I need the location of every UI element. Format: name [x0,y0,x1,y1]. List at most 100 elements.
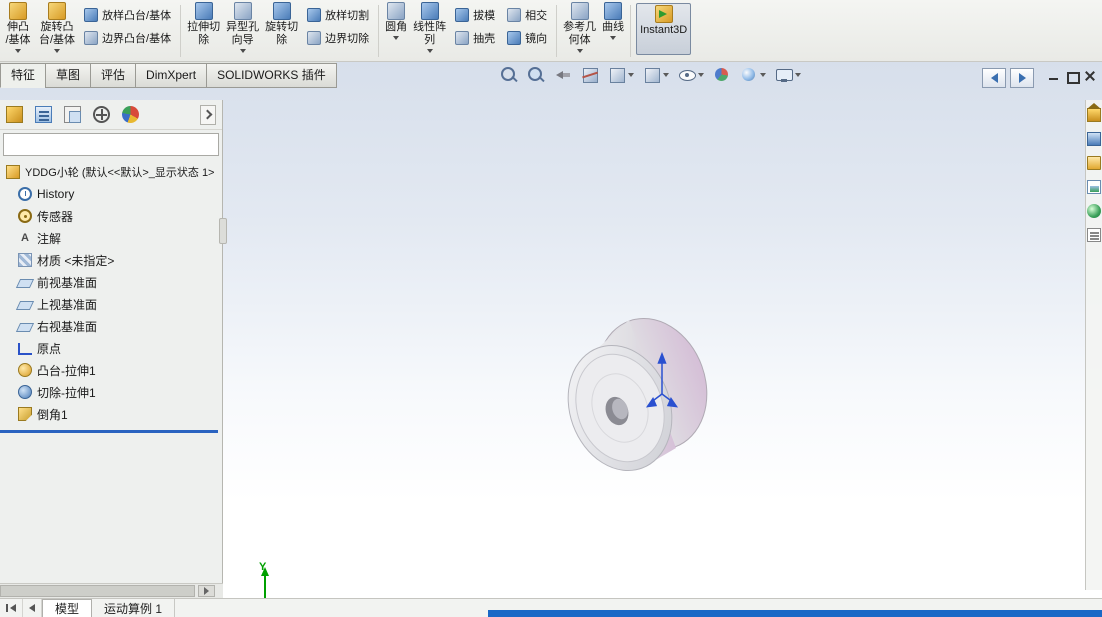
revolve-boss-icon [48,2,67,20]
tree-item-material[interactable]: 材质 <未指定> [0,249,222,271]
panel-splitter-grip[interactable] [219,218,227,244]
forward-button[interactable] [1010,68,1034,88]
hole-wizard-icon [233,2,252,20]
ribbon-button-revolve-boss[interactable]: 旋转凸 台/基体 [36,1,78,61]
design-library-icon[interactable] [1087,132,1101,146]
scrollbar-right-arrow-icon[interactable] [198,585,215,597]
tree-item-history[interactable]: History [0,183,222,205]
left-triangle-icon [10,604,16,612]
restore-button[interactable] [1064,68,1080,84]
tab-model[interactable]: 模型 [42,599,93,617]
display-style-button[interactable] [643,66,669,84]
tree-item-origin[interactable]: 原点 [0,337,222,359]
wheel-body[interactable] [551,303,725,485]
edit-appearance-button[interactable] [713,66,731,84]
ribbon-stack-intersect-mirror: 相交 镜向 [501,1,553,61]
ribbon-button-curves[interactable]: 曲线 [599,1,627,61]
tree-item-front-plane[interactable]: 前视基准面 [0,271,222,293]
ribbon-button-label: 拉伸切 除 [187,21,221,46]
previous-view-button[interactable] [554,66,572,84]
ribbon-separator [180,5,182,57]
command-manager-ribbon: 伸凸 /基体 旋转凸 台/基体 放样凸台/基体 边界凸台/基体 拉伸切 除 异型… [0,0,1102,62]
rollback-bar[interactable] [0,430,218,433]
dropdown-arrow-icon [610,36,617,40]
ribbon-button-loft-boss[interactable]: 放样凸台/基体 [80,5,175,25]
ribbon-button-loft-cut[interactable]: 放样切割 [303,5,373,25]
back-button[interactable] [982,68,1006,88]
tree-item-part-root[interactable]: YDDG小轮 (默认<<默认>_显示状态 1> [0,161,222,183]
command-tabs: 特征 草图 评估 DimXpert SOLIDWORKS 插件 [0,62,337,88]
tree-item-sensors[interactable]: 传感器 [0,205,222,227]
view-orientation-button[interactable] [608,66,634,84]
tab-features[interactable]: 特征 [0,63,47,88]
expand-panel-arrow-icon[interactable] [200,104,216,125]
custom-properties-icon[interactable] [1087,228,1101,242]
heads-up-view-toolbar [500,66,801,84]
displaymanager-tab-icon[interactable] [122,106,139,123]
boss-extrude-icon [18,363,32,377]
scroll-tabs-first-button[interactable] [0,599,23,617]
zoom-to-fit-button[interactable] [500,66,518,84]
close-button[interactable] [1082,68,1098,84]
tree-item-annotations[interactable]: 注解 [0,227,222,249]
appearances-icon[interactable] [1087,204,1101,218]
ribbon-button-shell[interactable]: 抽壳 [451,28,499,48]
tab-dimxpert[interactable]: DimXpert [135,63,208,88]
tree-item-boss-extrude1[interactable]: 凸台-拉伸1 [0,359,222,381]
ribbon-button-fillet[interactable]: 圆角 [382,1,410,61]
loft-cut-icon [307,8,322,22]
boundary-boss-icon [84,31,99,45]
view-settings-button[interactable] [775,66,801,84]
dropdown-arrow-icon [576,49,583,53]
ribbon-button-hole-wizard[interactable]: 异型孔 向导 [223,1,262,61]
tab-motion-study-1[interactable]: 运动算例 1 [92,599,176,617]
part-model-wheel[interactable] [540,302,760,492]
file-explorer-icon[interactable] [1087,156,1101,170]
ribbon-button-intersect[interactable]: 相交 [503,5,551,25]
ribbon-button-reference-geometry[interactable]: 参考几 何体 [560,1,599,61]
section-view-button[interactable] [581,66,599,84]
scrollbar-thumb[interactable] [0,585,195,597]
ribbon-button-draft[interactable]: 拔模 [451,5,499,25]
ribbon-button-mirror[interactable]: 镜向 [503,28,551,48]
dimxpertmanager-tab-icon[interactable] [93,106,110,123]
ribbon-button-boundary-boss[interactable]: 边界凸台/基体 [80,28,175,48]
tree-item-chamfer1[interactable]: 倒角1 [0,403,222,425]
panel-horizontal-scrollbar[interactable] [0,583,223,598]
tree-item-label: 凸台-拉伸1 [37,363,96,378]
taskbar-sliver [488,610,1102,617]
minimize-button[interactable] [1046,68,1062,84]
axis-label-y: Y [259,561,267,573]
tree-item-top-plane[interactable]: 上视基准面 [0,293,222,315]
tab-evaluate[interactable]: 评估 [90,63,137,88]
apply-scene-button[interactable] [740,66,766,84]
zoom-to-area-button[interactable] [527,66,545,84]
zoom-to-fit-icon [500,66,518,84]
back-arrow-icon [990,73,998,83]
configurationmanager-tab-icon[interactable] [64,106,81,123]
ribbon-button-boundary-cut[interactable]: 边界切除 [303,28,373,48]
ribbon-button-extrude-boss[interactable]: 伸凸 /基体 [0,1,36,61]
tree-item-right-plane[interactable]: 右视基准面 [0,315,222,337]
ribbon-button-instant3d[interactable]: Instant3D [636,3,692,55]
reference-geometry-icon [570,2,589,20]
featuremanager-tab-icon[interactable] [6,106,23,123]
hide-show-items-button[interactable] [678,66,704,84]
ribbon-button-extrude-cut[interactable]: 拉伸切 除 [184,1,223,61]
dropdown-arrow-icon [426,49,433,53]
view-palette-icon[interactable] [1087,180,1101,194]
tab-solidworks-addins[interactable]: SOLIDWORKS 插件 [206,63,337,88]
tree-item-cut-extrude1[interactable]: 切除-拉伸1 [0,381,222,403]
tab-sketch[interactable]: 草图 [45,63,92,88]
display-style-icon [643,66,661,84]
ribbon-separator [556,5,558,57]
feature-tree: YDDG小轮 (默认<<默认>_显示状态 1> History 传感器 注解 材… [0,156,222,433]
scroll-tabs-left-button[interactable] [23,599,42,617]
ribbon-button-linear-pattern[interactable]: 线性阵 列 [410,1,449,61]
ribbon-button-revolve-cut[interactable]: 旋转切 除 [262,1,301,61]
featuremanager-panel: YDDG小轮 (默认<<默认>_显示状态 1> History 传感器 注解 材… [0,100,223,590]
tree-item-label: 右视基准面 [37,319,98,334]
propertymanager-tab-icon[interactable] [35,106,52,123]
resources-icon[interactable] [1087,103,1101,122]
ribbon-button-label: Instant3D [640,24,688,36]
